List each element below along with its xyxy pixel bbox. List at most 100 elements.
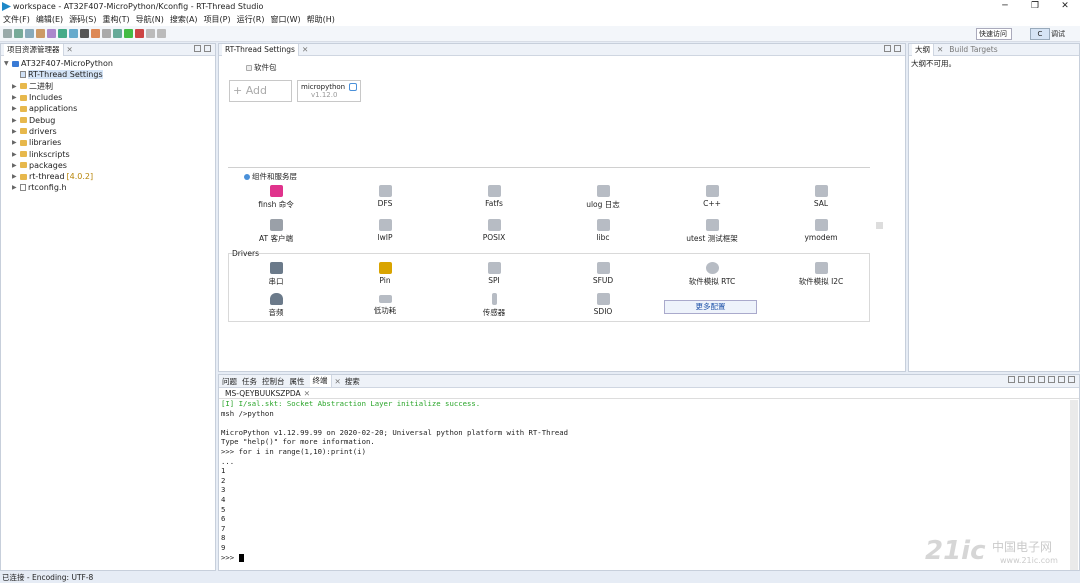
close-icon[interactable]: ✕ [302,45,308,54]
stop-icon[interactable] [135,29,144,38]
close-icon[interactable]: ✕ [937,45,943,54]
chevron-right-icon[interactable]: ▶ [12,162,20,169]
settings-tab[interactable]: RT-Thread Settings [222,43,299,56]
component-at-client[interactable]: AT 客户端 [226,219,326,244]
tree-item-rtconfig[interactable]: ▶ rtconfig.h [4,182,212,193]
perspective-c-button[interactable]: C [1030,28,1050,40]
menu-search[interactable]: 搜索(A) [170,14,198,25]
driver-audio[interactable]: 音频 [226,293,326,318]
component-ymodem[interactable]: ymodem [771,219,871,242]
driver-sfud[interactable]: SFUD [553,262,653,285]
menu-edit[interactable]: 编辑(E) [36,14,63,25]
run-icon[interactable] [124,29,133,38]
driver-low-power[interactable]: 低功耗 [335,293,435,316]
chevron-right-icon[interactable]: ▶ [12,105,20,112]
tree-item-debug[interactable]: ▶ Debug [4,114,212,125]
terminal-session-tab[interactable]: MS-QEYBUUKSZPDA [225,388,301,398]
chevron-right-icon[interactable]: ▶ [12,128,20,135]
save-all-icon[interactable] [25,29,34,38]
component-lwip[interactable]: lwIP [335,219,435,242]
maximize-button[interactable]: ❐ [1020,0,1050,13]
add-package-button[interactable]: + Add [229,80,292,102]
menu-window[interactable]: 窗口(W) [270,14,300,25]
tab-problems[interactable]: 问题 [222,376,237,387]
menu-file[interactable]: 文件(F) [3,14,30,25]
terminal-toolbar-icon[interactable] [1018,376,1025,383]
minimize-icon[interactable] [1058,376,1065,383]
package-card-micropython[interactable]: micropython v1.12.0 [297,80,361,102]
terminal-icon[interactable] [80,29,89,38]
menu-project[interactable]: 项目(P) [204,14,231,25]
menu-run[interactable]: 运行(R) [237,14,265,25]
chevron-right-icon[interactable]: ▶ [12,83,20,90]
minimize-button[interactable]: ─ [990,0,1020,13]
terminal-toolbar-icon[interactable] [1038,376,1045,383]
driver-pin[interactable]: Pin [335,262,435,285]
driver-sdio[interactable]: SDIO [553,293,653,316]
chevron-right-icon[interactable]: ▶ [12,139,20,146]
tab-tasks[interactable]: 任务 [242,376,257,387]
settings-icon[interactable] [102,29,111,38]
close-icon[interactable]: ✕ [304,388,310,398]
tab-search[interactable]: 搜索 [345,376,360,387]
maximize-icon[interactable] [894,45,901,52]
project-explorer-tab[interactable]: 项目资源管理器 [4,43,64,56]
component-utest[interactable]: utest 测试框架 [662,219,762,244]
tree-item-libraries[interactable]: ▶ libraries [4,137,212,148]
build-icon[interactable] [36,29,45,38]
tree-item-linkscripts[interactable]: ▶ linkscripts [4,148,212,159]
minimize-icon[interactable] [194,45,201,52]
save-icon[interactable] [14,29,23,38]
sdk-icon[interactable] [91,29,100,38]
terminal-toolbar-icon[interactable] [1008,376,1015,383]
tree-root[interactable]: ▼ AT32F407-MicroPython [4,58,212,69]
terminal-toolbar-icon[interactable] [1048,376,1055,383]
perspective-debug-button[interactable]: 调试 [1051,28,1065,40]
debug-icon[interactable] [69,29,78,38]
component-sal[interactable]: SAL [771,185,871,208]
forward-icon[interactable] [157,29,166,38]
menu-source[interactable]: 源码(S) [69,14,96,25]
minimize-icon[interactable] [884,45,891,52]
driver-uart[interactable]: 串口 [226,262,326,287]
quick-access-input[interactable]: 快速访问 [976,28,1012,40]
tab-console[interactable]: 控制台 [262,376,285,387]
driver-spi[interactable]: SPI [444,262,544,285]
menu-navigate[interactable]: 导航(N) [136,14,164,25]
tree-item-rt-thread[interactable]: ▶ rt-thread [4.0.2] [4,171,212,182]
chevron-right-icon[interactable]: ▶ [12,94,20,101]
chevron-right-icon[interactable]: ▶ [12,173,20,180]
back-icon[interactable] [146,29,155,38]
tree-item-includes[interactable]: ▶ Includes [4,92,212,103]
component-ulog[interactable]: ulog 日志 [553,185,653,210]
tree-item-applications[interactable]: ▶ applications [4,103,212,114]
driver-soft-rtc[interactable]: 软件模拟 RTC [662,262,762,287]
clean-icon[interactable] [47,29,56,38]
tree-item-drivers[interactable]: ▶ drivers [4,126,212,137]
component-cpp[interactable]: C++ [662,185,762,208]
tree-item-rt-thread-settings[interactable]: RT-Thread Settings [4,69,212,80]
component-libc[interactable]: libc [553,219,653,242]
component-dfs[interactable]: DFS [335,185,435,208]
download-icon[interactable] [58,29,67,38]
terminal-scrollbar[interactable] [1070,400,1078,570]
maximize-icon[interactable] [204,45,211,52]
tree-item-binaries[interactable]: ▶ 二进制 [4,81,212,92]
menu-refactor[interactable]: 重构(T) [102,14,129,25]
close-button[interactable]: ✕ [1050,0,1080,13]
menu-help[interactable]: 帮助(H) [307,14,335,25]
more-config-button[interactable]: 更多配置 [664,300,757,314]
driver-sensor[interactable]: 传感器 [444,293,544,318]
tab-properties[interactable]: 属性 [290,376,305,387]
chevron-right-icon[interactable]: ▶ [12,151,20,158]
component-posix[interactable]: POSIX [444,219,544,242]
search-icon[interactable] [113,29,122,38]
maximize-icon[interactable] [1068,376,1075,383]
chevron-right-icon[interactable]: ▶ [12,117,20,124]
terminal-toolbar-icon[interactable] [1028,376,1035,383]
driver-soft-i2c[interactable]: 软件模拟 I2C [771,262,871,287]
chevron-right-icon[interactable]: ▶ [12,184,20,191]
component-fatfs[interactable]: Fatfs [444,185,544,208]
tree-item-packages[interactable]: ▶ packages [4,160,212,171]
tab-terminal[interactable]: 终端 [309,375,332,387]
